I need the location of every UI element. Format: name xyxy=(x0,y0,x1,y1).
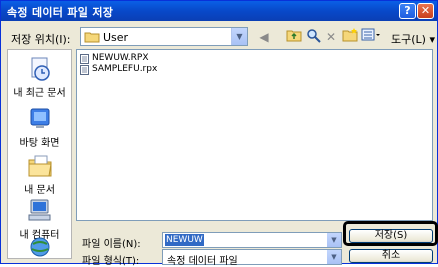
file-name: SAMPLEFU.rpx xyxy=(92,64,158,74)
desktop-icon xyxy=(30,108,49,128)
close-button[interactable]: ✕ xyxy=(417,3,434,19)
my-computer-icon xyxy=(28,199,50,221)
save-in-label: 저장 위치(I): xyxy=(11,33,71,46)
chevron-down-icon[interactable]: ▼ xyxy=(327,233,341,247)
place-label: 바탕 화면 xyxy=(19,138,60,149)
file-name: NEWUW.RPX xyxy=(92,53,149,63)
help-button[interactable]: ? xyxy=(399,3,416,19)
folder-icon xyxy=(84,32,100,43)
new-folder-icon[interactable] xyxy=(341,28,359,46)
delete-icon[interactable]: ✕ xyxy=(322,28,340,46)
network-places-icon xyxy=(30,237,49,257)
place-network[interactable] xyxy=(8,230,71,258)
views-menu-icon[interactable] xyxy=(361,28,380,46)
place-my-documents[interactable]: 내 문서 xyxy=(8,149,71,199)
file-name-label: 파일 이름(N): xyxy=(82,239,141,250)
chevron-down-icon[interactable]: ▼ xyxy=(327,250,341,264)
file-type-select[interactable]: 속정 데이터 파일 ▼ xyxy=(162,249,342,267)
up-folder-icon[interactable] xyxy=(285,28,303,46)
save-button[interactable]: 저장(S) xyxy=(349,229,433,243)
chevron-down-icon[interactable]: ▼ xyxy=(231,28,247,45)
save-in-value: User xyxy=(103,31,129,44)
search-icon[interactable] xyxy=(305,28,323,46)
back-icon[interactable]: ◀ xyxy=(255,28,273,46)
tools-menu-button[interactable]: 도구(L) ▾ xyxy=(391,31,435,47)
window-title: 속정 데이터 파일 저장 xyxy=(7,6,114,19)
my-documents-icon xyxy=(28,155,52,177)
place-recent-documents[interactable]: 내 최근 문서 xyxy=(8,52,71,102)
places-bar: 내 최근 문서 바탕 화면 내 문서 내 컴퓨터 xyxy=(7,49,72,259)
cancel-button[interactable]: 취소 xyxy=(349,249,433,263)
title-bar[interactable]: 속정 데이터 파일 저장 ? ✕ xyxy=(1,1,437,21)
file-type-value: 속정 데이터 파일 xyxy=(167,256,238,267)
file-list[interactable]: NEWUW.RPX SAMPLEFU.rpx xyxy=(76,49,433,221)
recent-documents-icon xyxy=(31,57,50,81)
file-name-input[interactable]: NEWUW ▼ xyxy=(162,232,342,248)
save-dialog: 속정 데이터 파일 저장 ? ✕ 저장 위치(I): User ▼ ◀ ✕ 도구… xyxy=(0,0,438,267)
place-desktop[interactable]: 바탕 화면 xyxy=(8,102,71,152)
place-label: 내 최근 문서 xyxy=(13,88,66,99)
file-type-label: 파일 형식(T): xyxy=(82,256,140,267)
file-name-value[interactable]: NEWUW xyxy=(165,234,204,246)
save-in-combo[interactable]: User ▼ xyxy=(80,27,248,46)
file-icon xyxy=(80,65,89,75)
file-icon xyxy=(80,54,89,64)
